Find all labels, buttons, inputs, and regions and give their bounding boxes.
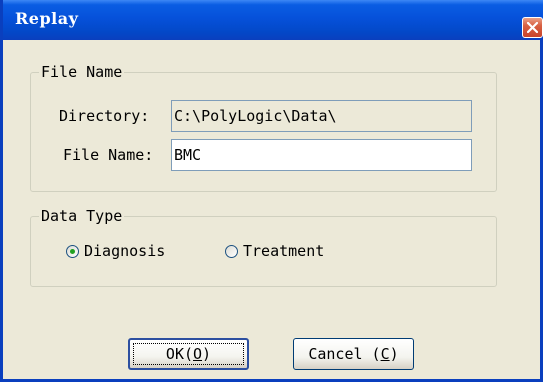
directory-field[interactable] [171, 100, 472, 132]
treatment-label: Treatment [243, 242, 325, 260]
data-type-group-legend: Data Type [39, 207, 125, 225]
file-name-label: File Name: [63, 146, 154, 164]
diagnosis-radio[interactable] [66, 244, 79, 258]
title-bar[interactable]: Replay [3, 0, 543, 40]
directory-label: Directory: [59, 107, 150, 125]
treatment-radio[interactable] [225, 244, 238, 258]
ok-button-label: OK(O) [165, 345, 212, 363]
close-icon [527, 22, 538, 33]
cancel-button-label: Cancel (C) [308, 345, 399, 363]
treatment-radio-option[interactable]: Treatment [225, 242, 324, 260]
close-button[interactable] [522, 17, 543, 38]
diagnosis-label: Diagnosis [84, 242, 166, 260]
cancel-button[interactable]: Cancel (C) [293, 338, 414, 370]
file-name-group-legend: File Name [39, 63, 125, 81]
file-name-field[interactable] [171, 139, 472, 171]
ok-button[interactable]: OK(O) [128, 338, 249, 370]
replay-dialog: Replay File Name Directory: File Name: D… [0, 0, 543, 382]
window-title: Replay [15, 9, 79, 28]
file-name-group [30, 72, 497, 192]
diagnosis-radio-option[interactable]: Diagnosis [66, 242, 165, 260]
